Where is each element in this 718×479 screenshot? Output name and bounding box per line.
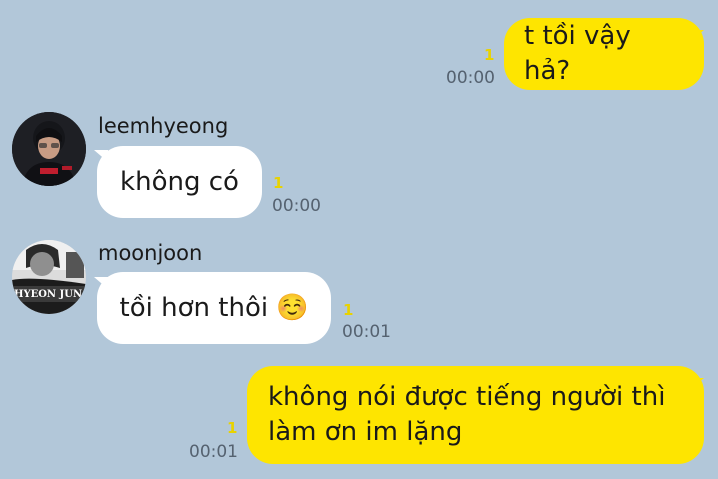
message-text: không có: [120, 166, 239, 197]
smiling-emoji-icon: ☺️: [276, 292, 309, 323]
profile-photo-icon: [12, 112, 86, 186]
bubble-tail: [690, 30, 704, 42]
message-bubble[interactable]: t tồi vậy hả?: [504, 18, 704, 90]
message-time: 00:01: [189, 442, 238, 462]
avatar-caption: HYEON JUN: [14, 289, 83, 300]
sender-name: moonjoon: [98, 241, 203, 265]
message-text-line: không nói được tiếng người thì: [268, 382, 666, 412]
unread-count: 1: [227, 419, 238, 437]
avatar[interactable]: HYEON JUN: [12, 240, 86, 314]
message-time: 00:00: [446, 68, 495, 88]
message-text: tồi hơn thôi: [119, 292, 269, 323]
unread-count: 1: [343, 301, 354, 319]
message-time: 00:01: [342, 322, 391, 342]
avatar[interactable]: [12, 112, 86, 186]
sender-name: leemhyeong: [98, 114, 229, 138]
message-text-line: làm ơn im lặng: [268, 417, 463, 447]
message-time: 00:00: [272, 196, 321, 216]
message-bubble[interactable]: không nói được tiếng người thì làm ơn im…: [247, 366, 704, 464]
profile-photo-icon: [12, 240, 86, 314]
unread-count: 1: [484, 46, 495, 64]
unread-count: 1: [273, 174, 284, 192]
message-bubble[interactable]: tồi hơn thôi ☺️: [97, 272, 331, 344]
message-text: t tồi vậy hả?: [524, 21, 631, 86]
message-bubble[interactable]: không có: [97, 146, 262, 218]
bubble-tail: [690, 378, 704, 390]
